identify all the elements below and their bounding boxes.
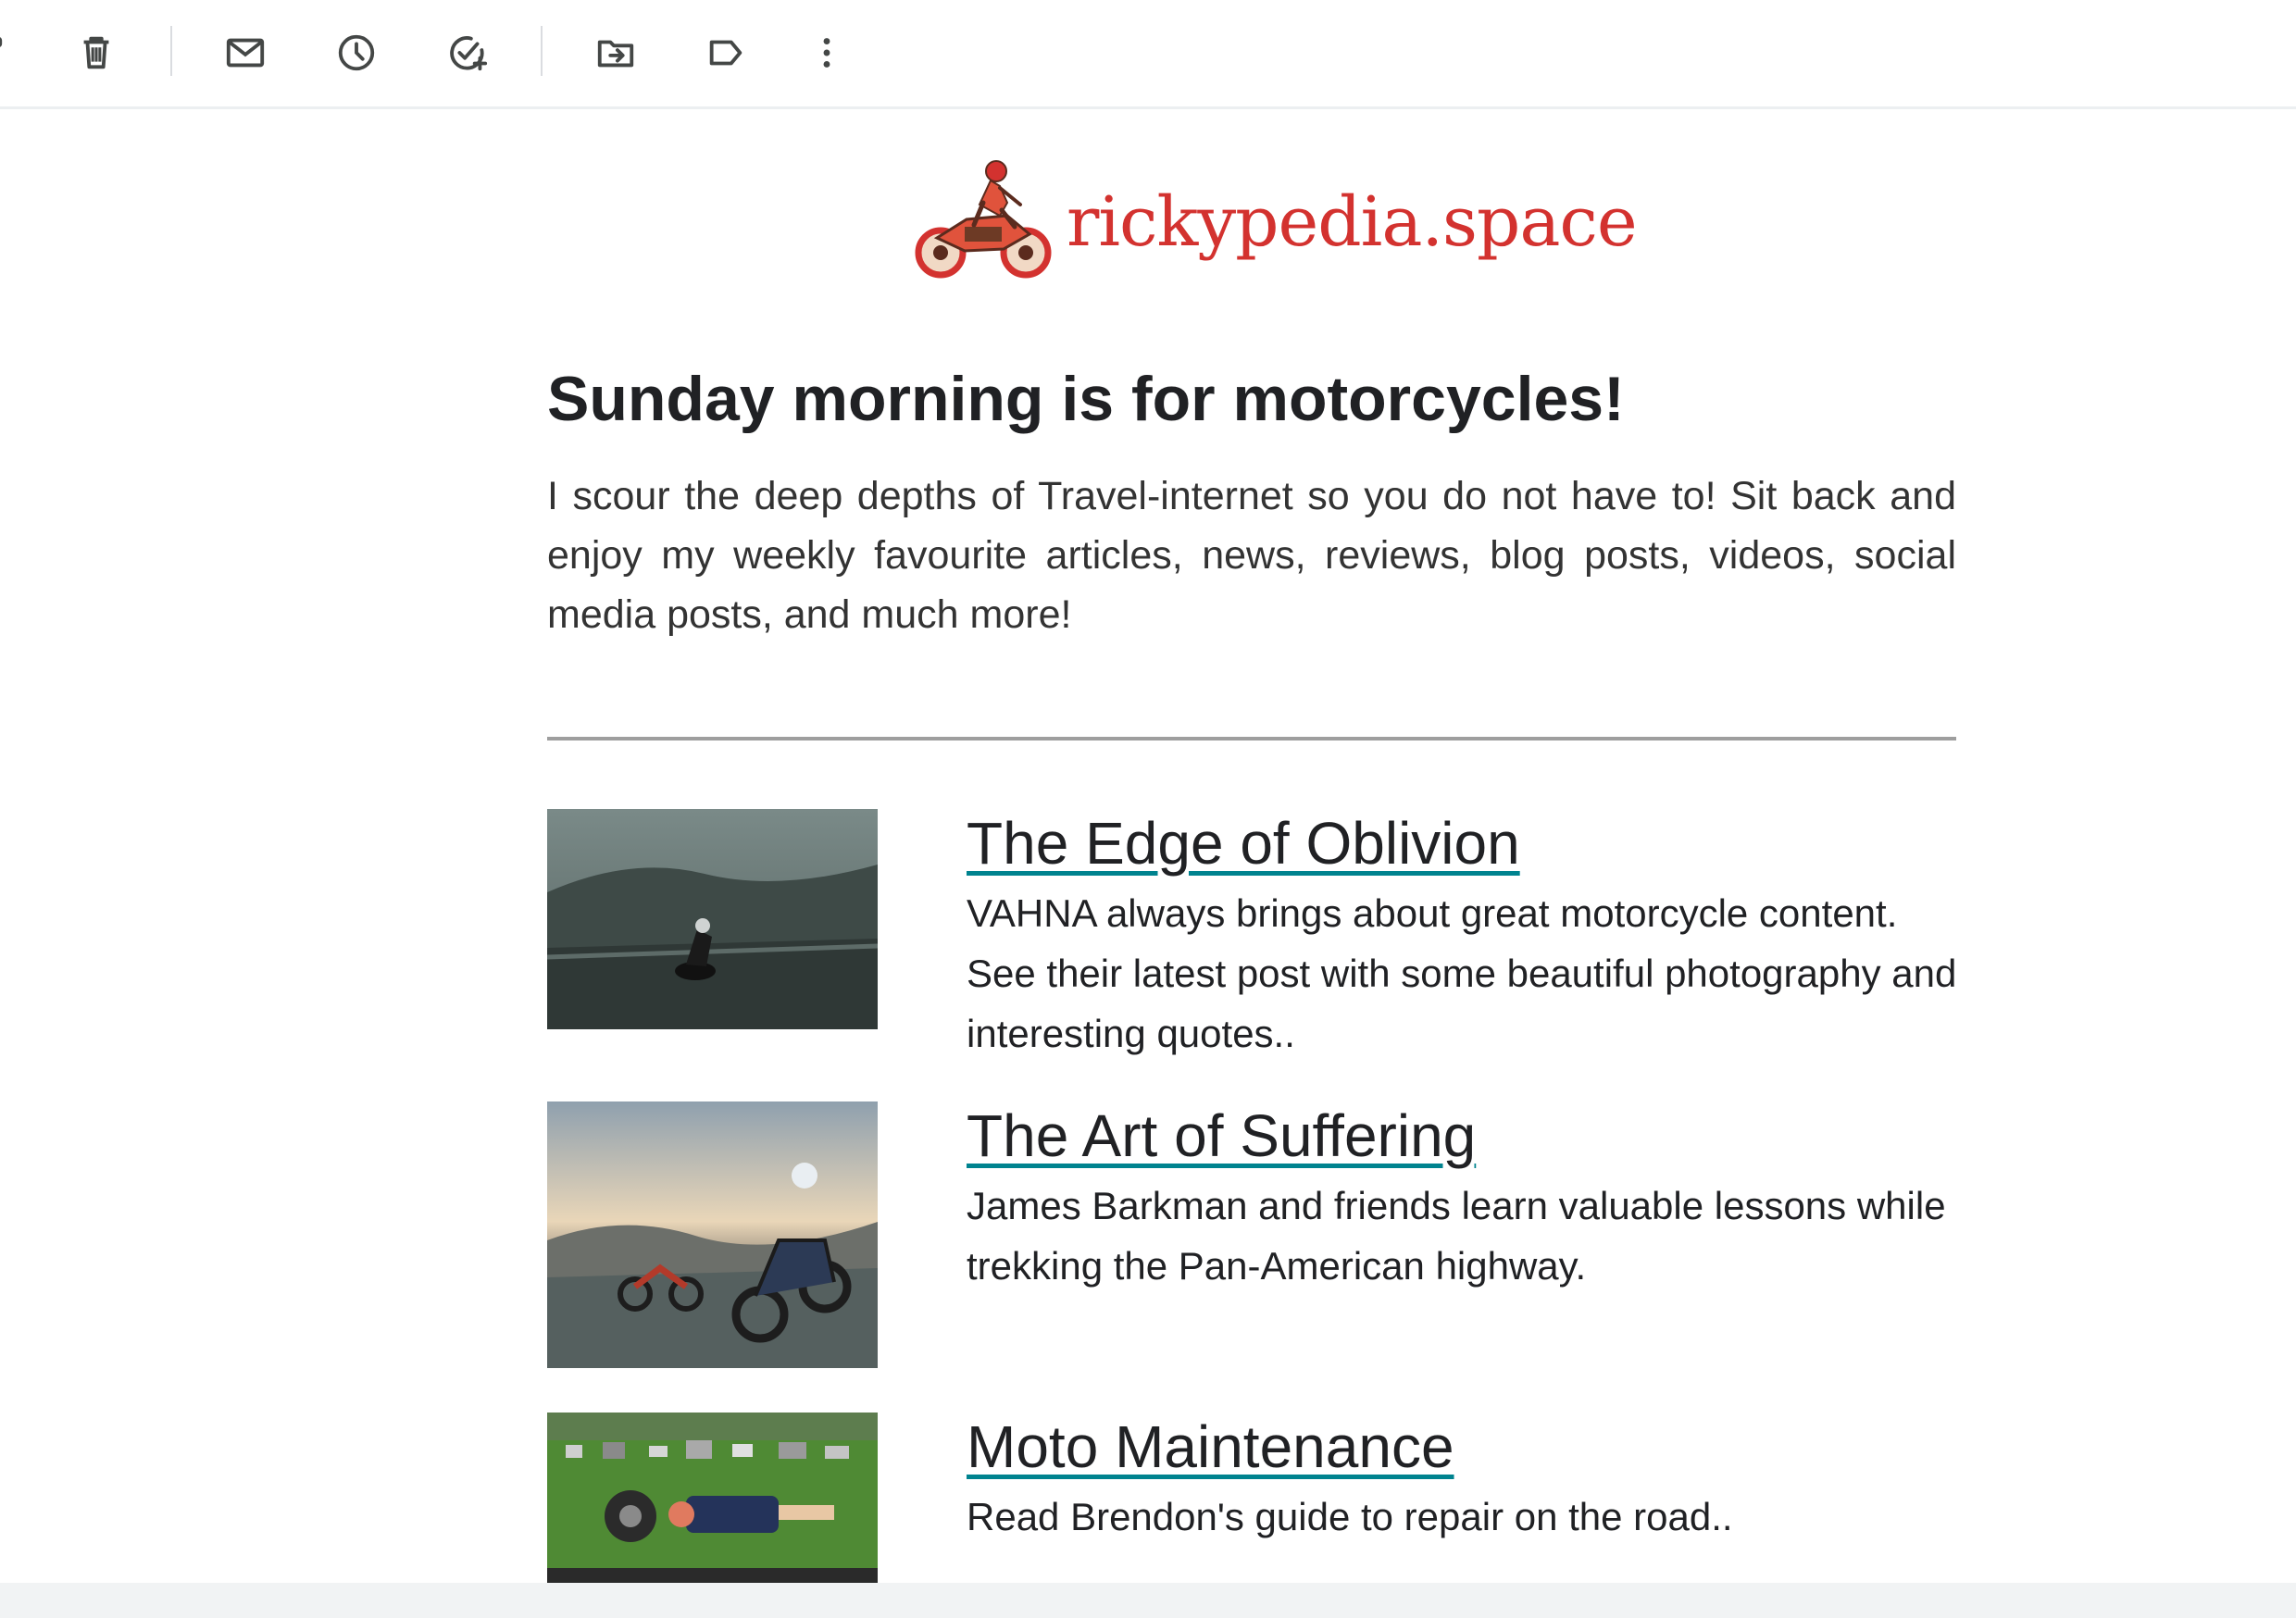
email-toolbar bbox=[0, 0, 2296, 109]
article-text: Moto Maintenance Read Brendon's guide to… bbox=[967, 1413, 1957, 1547]
delete-icon bbox=[83, 36, 109, 69]
archive-button[interactable] bbox=[0, 20, 17, 85]
bottom-bar bbox=[0, 1583, 2296, 1618]
label-button[interactable] bbox=[693, 20, 758, 85]
add-to-tasks-button[interactable] bbox=[435, 20, 500, 85]
newsletter-logo[interactable]: rickypedia.space bbox=[911, 157, 1638, 287]
newsletter-intro: I scour the deep depths of Travel-intern… bbox=[547, 474, 1956, 637]
article-thumbnail[interactable] bbox=[547, 809, 878, 1029]
maintenance-tools-on-grass-image bbox=[547, 1413, 878, 1583]
move-to-button[interactable] bbox=[583, 20, 648, 85]
logo-text: rickypedia.space bbox=[1067, 182, 1638, 262]
motorcycle-rider-logo-icon bbox=[915, 160, 1052, 279]
snooze-button[interactable] bbox=[324, 20, 389, 85]
motorcycles-at-sunset-image bbox=[547, 1101, 878, 1368]
delete-button[interactable] bbox=[64, 20, 129, 85]
article-thumbnail[interactable] bbox=[547, 1413, 878, 1583]
article-description: Read Brendon's guide to repair on the ro… bbox=[967, 1495, 1733, 1538]
more-options-button[interactable] bbox=[794, 20, 859, 85]
article-thumbnail[interactable] bbox=[547, 1101, 878, 1368]
motorcycle-on-road-image bbox=[547, 809, 878, 1029]
article-title-link[interactable]: Moto Maintenance bbox=[967, 1413, 1454, 1481]
article-title-link[interactable]: The Edge of Oblivion bbox=[967, 809, 1520, 877]
toolbar-separator bbox=[541, 26, 543, 76]
more-vert-icon bbox=[823, 38, 830, 68]
article-description: VAHNA always brings about great motorcyc… bbox=[967, 891, 1957, 1055]
article-text: The Edge of Oblivion VAHNA always brings… bbox=[967, 809, 1957, 1064]
article-description: James Barkman and friends learn valuable… bbox=[967, 1184, 1946, 1288]
article-title-link[interactable]: The Art of Suffering bbox=[967, 1101, 1476, 1170]
newsletter-headline: Sunday morning is for motorcycles! bbox=[547, 364, 1625, 434]
toolbar-separator bbox=[170, 26, 172, 76]
section-divider bbox=[547, 737, 1956, 741]
label-icon bbox=[709, 40, 742, 66]
article-text: The Art of Suffering James Barkman and f… bbox=[967, 1101, 1957, 1296]
mark-unread-icon bbox=[226, 38, 265, 68]
move-to-icon bbox=[597, 40, 634, 68]
archive-icon bbox=[0, 37, 3, 47]
snooze-icon bbox=[338, 34, 375, 71]
mark-unread-button[interactable] bbox=[213, 20, 278, 85]
add-task-icon bbox=[450, 36, 488, 71]
